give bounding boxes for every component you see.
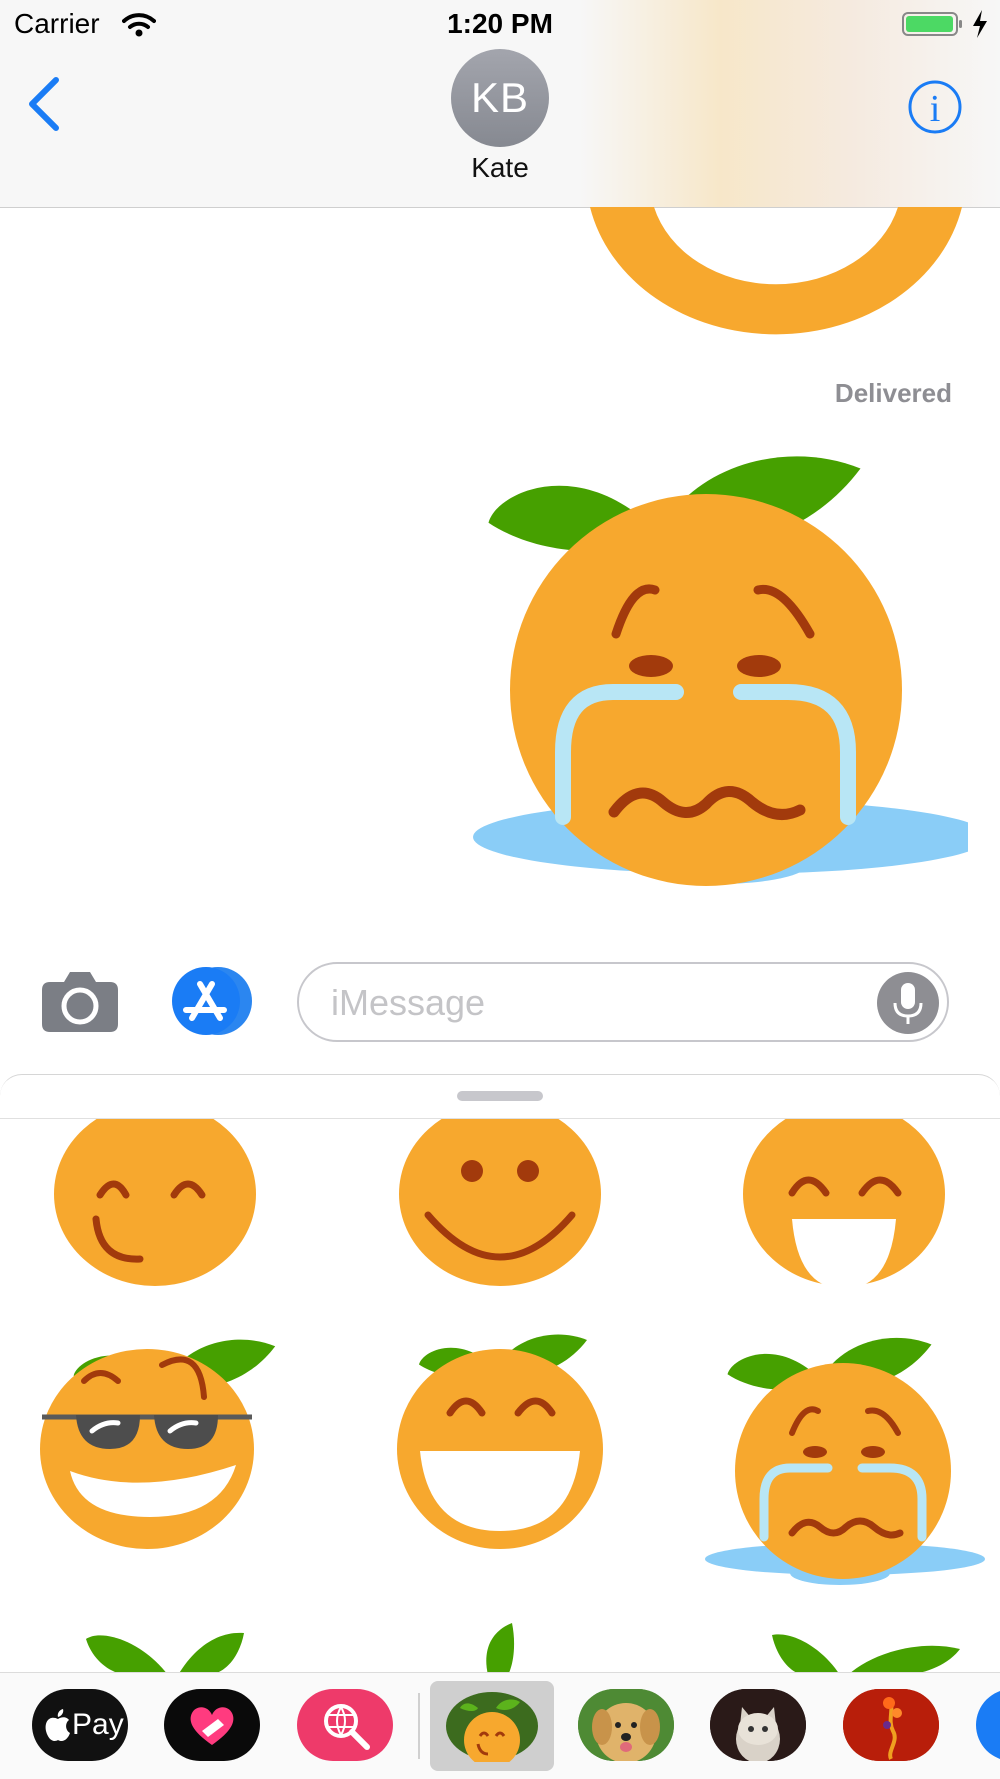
microphone-button[interactable] [877,972,939,1034]
contact-name[interactable]: Kate [0,152,1000,184]
digital-touch-app[interactable] [164,1689,260,1761]
back-chevron-icon[interactable] [24,76,64,132]
images-search-app[interactable] [297,1689,393,1761]
flower-stickers-app[interactable] [843,1689,939,1761]
heart-icon [190,1707,234,1745]
info-icon[interactable]: i [906,78,964,136]
drawer-grabber[interactable] [457,1091,543,1101]
cat-stickers-app[interactable] [710,1689,806,1761]
sticker-crying-small[interactable] [705,1337,985,1585]
sticker-drawer [0,1074,1000,1675]
app-strip-divider [418,1693,420,1759]
sticker-smirk[interactable] [54,1119,256,1286]
clock: 1:20 PM [447,8,553,39]
sticker-happy-leaf[interactable] [397,1334,603,1549]
status-bar: Carrier 1:20 PM [0,0,1000,48]
message-input-field[interactable] [297,962,949,1042]
app-store-icon[interactable] [168,966,260,1036]
orange-sticker-app-icon [446,1692,538,1762]
cat-icon [710,1689,806,1761]
camera-icon[interactable] [40,970,120,1032]
sticker-grid [40,1119,985,1675]
microphone-icon [893,983,923,1024]
sticker-row3-middle[interactable] [486,1623,515,1675]
charging-bolt-icon [973,10,987,38]
message-input[interactable] [329,978,853,1028]
sticker-row3-left[interactable] [86,1632,244,1675]
dog-stickers-app[interactable] [578,1689,674,1761]
apple-logo-icon [45,1709,70,1742]
sticker-cool-sunglasses[interactable] [40,1339,276,1549]
more-apps-button[interactable] [976,1689,1000,1761]
delivery-status: Delivered [834,378,952,408]
dog-icon [578,1689,674,1761]
battery-icon [902,12,962,36]
search-globe-icon [324,1704,370,1750]
crying-orange-sticker[interactable] [448,412,968,932]
apple-pay-app[interactable]: Pay [32,1689,128,1761]
sticker-smile[interactable] [399,1119,601,1286]
avatar[interactable]: KB [451,49,549,147]
sticker-row3-right[interactable] [772,1634,960,1675]
sticker-ring-partial [590,207,962,335]
svg-text:i: i [930,88,941,130]
orange-stickers-app-selected[interactable] [430,1681,554,1771]
sticker-laugh[interactable] [743,1119,945,1289]
apple-pay-label: Pay [72,1708,124,1741]
app-strip: Pay [0,1672,1000,1779]
flower-icon [843,1689,939,1761]
